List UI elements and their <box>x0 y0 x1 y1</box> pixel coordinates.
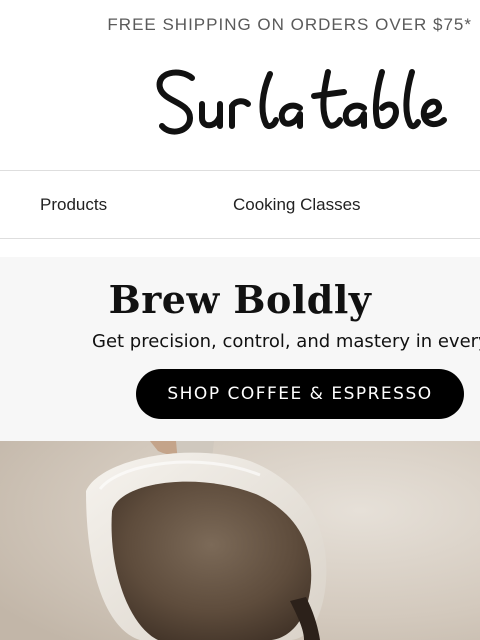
promo-text: FREE SHIPPING ON ORDERS OVER $75* <box>107 15 472 34</box>
nav-item-cooking-classes[interactable]: Cooking Classes <box>233 171 361 238</box>
hero-title: Brew Boldly <box>108 277 372 322</box>
brand-logo[interactable] <box>150 62 450 142</box>
logo-script-icon <box>156 69 447 135</box>
shop-coffee-espresso-button[interactable]: SHOP COFFEE & ESPRESSO <box>136 369 464 419</box>
main-nav: Products Cooking Classes <box>0 170 480 239</box>
hero-subtitle: Get precision, control, and mastery in e… <box>92 331 480 352</box>
photo-illustration <box>0 441 480 640</box>
hero-banner: Brew Boldly Get precision, control, and … <box>0 257 480 441</box>
promo-bar: FREE SHIPPING ON ORDERS OVER $75* <box>0 0 480 50</box>
pitcher-pouring-coffee-image[interactable] <box>0 441 480 640</box>
nav-item-products[interactable]: Products <box>40 171 107 238</box>
